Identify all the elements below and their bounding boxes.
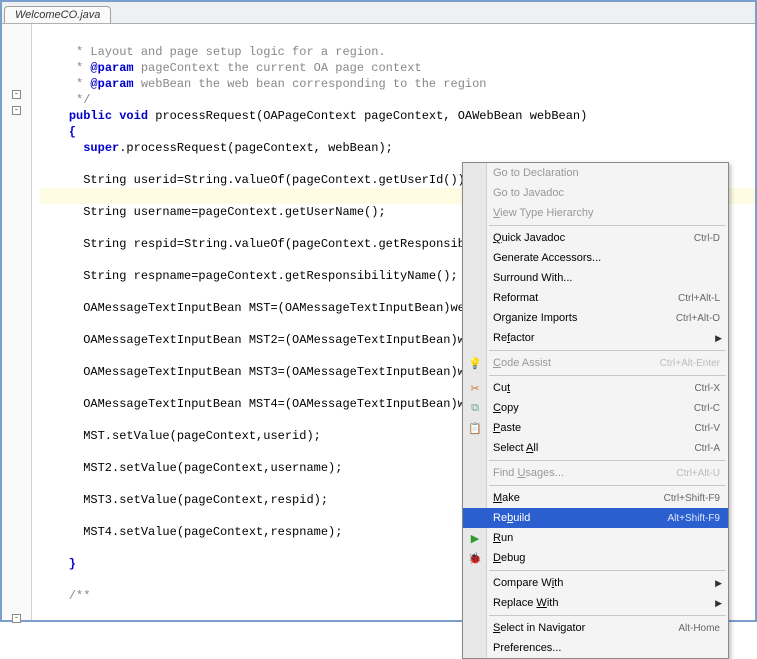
menu-find-usages: Find Usages...Ctrl+Alt-U (463, 463, 728, 483)
chevron-right-icon: ▶ (715, 333, 722, 344)
chevron-right-icon: ▶ (715, 578, 722, 589)
scissors-icon: ✂ (467, 380, 483, 396)
menu-rebuild[interactable]: RebuildAlt+Shift-F9 (463, 508, 728, 528)
menu-select-all[interactable]: Select AllCtrl-A (463, 438, 728, 458)
menu-paste[interactable]: 📋PasteCtrl-V (463, 418, 728, 438)
menu-replace-with[interactable]: Replace With▶ (463, 593, 728, 613)
paste-icon: 📋 (467, 420, 483, 436)
menu-generate-accessors[interactable]: Generate Accessors... (463, 248, 728, 268)
copy-icon: ⧉ (467, 400, 483, 416)
menu-preferences[interactable]: Preferences... (463, 638, 728, 658)
fold-icon[interactable]: - (12, 90, 21, 99)
fold-icon[interactable]: - (12, 106, 21, 115)
run-icon: ▶ (467, 530, 483, 546)
menu-cut[interactable]: ✂CutCtrl-X (463, 378, 728, 398)
lightbulb-icon: 💡 (467, 355, 483, 371)
debug-icon: 🐞 (467, 550, 483, 566)
menu-refactor[interactable]: Refactor▶ (463, 328, 728, 348)
menu-go-to-declaration: Go to Declaration (463, 163, 728, 183)
menu-make[interactable]: MakeCtrl+Shift-F9 (463, 488, 728, 508)
menu-compare-with[interactable]: Compare With▶ (463, 573, 728, 593)
menu-view-type-hierarchy: View Type Hierarchy (463, 203, 728, 223)
menu-surround-with[interactable]: Surround With... (463, 268, 728, 288)
menu-copy[interactable]: ⧉CopyCtrl-C (463, 398, 728, 418)
editor-tab[interactable]: WelcomeCO.java (4, 6, 111, 23)
menu-go-to-javadoc: Go to Javadoc (463, 183, 728, 203)
gutter: - - - (2, 24, 32, 620)
context-menu: Go to Declaration Go to Javadoc View Typ… (462, 162, 729, 659)
menu-run[interactable]: ▶Run (463, 528, 728, 548)
tab-bar: WelcomeCO.java (2, 2, 755, 24)
editor-area: - - - * Layout and page setup logic for … (2, 24, 755, 620)
chevron-right-icon: ▶ (715, 598, 722, 609)
menu-debug[interactable]: 🐞Debug (463, 548, 728, 568)
menu-organize-imports[interactable]: Organize ImportsCtrl+Alt-O (463, 308, 728, 328)
menu-quick-javadoc[interactable]: Quick JavadocCtrl-D (463, 228, 728, 248)
menu-code-assist: 💡Code AssistCtrl+Alt-Enter (463, 353, 728, 373)
menu-reformat[interactable]: ReformatCtrl+Alt-L (463, 288, 728, 308)
menu-select-in-navigator[interactable]: Select in NavigatorAlt-Home (463, 618, 728, 638)
